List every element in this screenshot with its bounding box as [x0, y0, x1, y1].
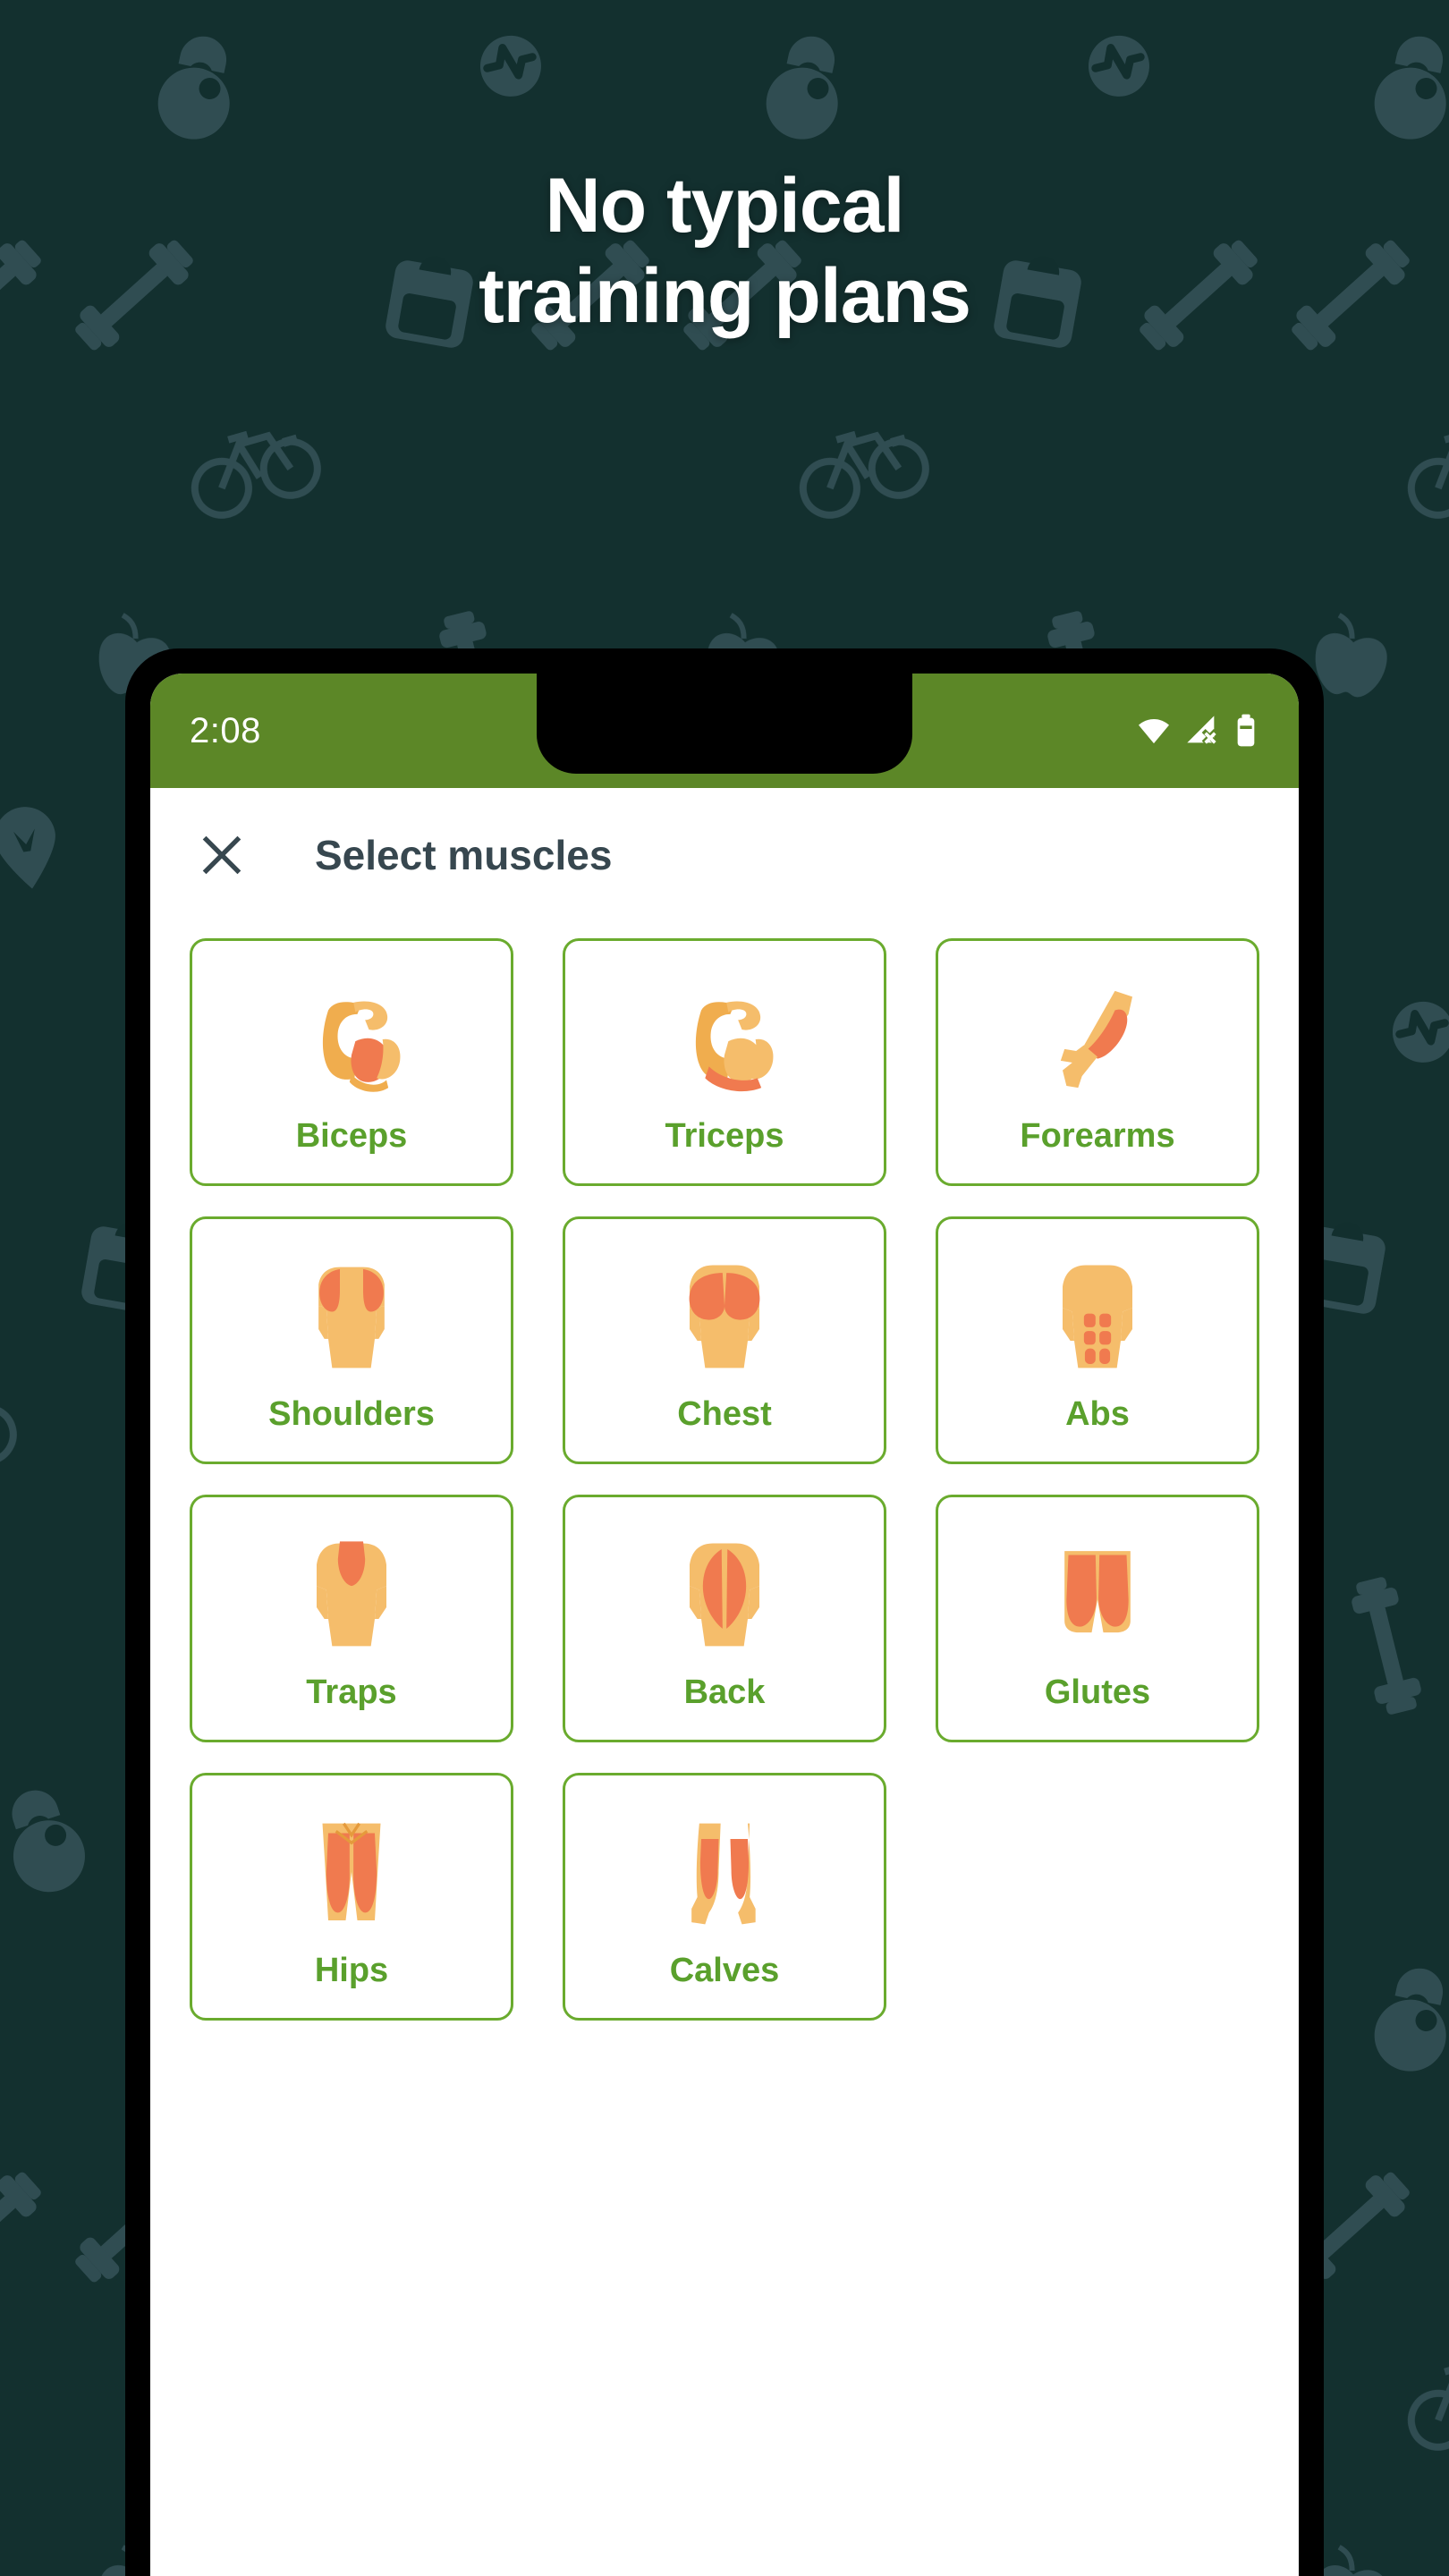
status-bar: 2:08: [150, 674, 1299, 788]
headline-line-2: training plans: [479, 253, 971, 340]
muscle-label: Shoulders: [268, 1394, 435, 1433]
glutes-icon: [1039, 1529, 1156, 1663]
muscle-card-shoulders[interactable]: Shoulders: [190, 1216, 513, 1464]
muscle-label: Biceps: [295, 1116, 408, 1155]
page-title: Select muscles: [315, 832, 613, 878]
calves-icon: [666, 1807, 783, 1941]
wifi-icon: [1139, 718, 1169, 744]
muscle-label: Calves: [669, 1951, 780, 1989]
muscle-label: Forearms: [1020, 1116, 1175, 1155]
muscle-label: Back: [683, 1673, 766, 1711]
muscle-card-forearms[interactable]: Forearms: [936, 938, 1259, 1186]
muscle-card-traps[interactable]: Traps: [190, 1495, 513, 1742]
close-button[interactable]: [190, 823, 254, 887]
muscle-card-back[interactable]: Back: [563, 1495, 886, 1742]
status-bar-clock: 2:08: [190, 710, 261, 750]
hips-icon: [293, 1807, 410, 1941]
muscle-label: Abs: [1065, 1394, 1130, 1433]
close-icon: [202, 835, 242, 875]
muscle-card-triceps[interactable]: Triceps: [563, 938, 886, 1186]
muscle-label: Chest: [677, 1394, 772, 1433]
muscle-card-glutes[interactable]: Glutes: [936, 1495, 1259, 1742]
phone-screen: 2:08 Select muscles Biceps Triceps Forea…: [150, 674, 1299, 2576]
muscle-card-calves[interactable]: Calves: [563, 1773, 886, 2021]
muscle-card-abs[interactable]: Abs: [936, 1216, 1259, 1464]
cell-signal-off-icon: [1187, 716, 1218, 745]
status-bar-icons: [1136, 713, 1259, 749]
forearms-icon: [1039, 972, 1156, 1106]
muscle-label: Glutes: [1044, 1673, 1151, 1711]
promo-screenshot: No typical training plans 2:08 Select mu…: [0, 0, 1449, 2576]
traps-icon: [293, 1529, 410, 1663]
promo-headline: No typical training plans: [0, 161, 1449, 343]
muscle-card-biceps[interactable]: Biceps: [190, 938, 513, 1186]
muscle-card-chest[interactable]: Chest: [563, 1216, 886, 1464]
triceps-icon: [666, 972, 783, 1106]
muscle-label: Traps: [306, 1673, 397, 1711]
phone-notch: [537, 674, 912, 774]
shoulders-icon: [293, 1250, 410, 1385]
abs-icon: [1039, 1250, 1156, 1385]
battery-icon: [1237, 714, 1255, 747]
muscle-grid: Biceps Triceps Forearms Shoulders Chest …: [150, 922, 1299, 2021]
muscle-card-hips[interactable]: Hips: [190, 1773, 513, 2021]
back-icon: [666, 1529, 783, 1663]
app-bar: Select muscles: [150, 788, 1299, 922]
chest-icon: [666, 1250, 783, 1385]
muscle-label: Hips: [314, 1951, 389, 1989]
phone-mockup: 2:08 Select muscles Biceps Triceps Forea…: [125, 648, 1324, 2576]
biceps-icon: [293, 972, 410, 1106]
muscle-label: Triceps: [665, 1116, 784, 1155]
headline-line-1: No typical: [545, 163, 905, 249]
